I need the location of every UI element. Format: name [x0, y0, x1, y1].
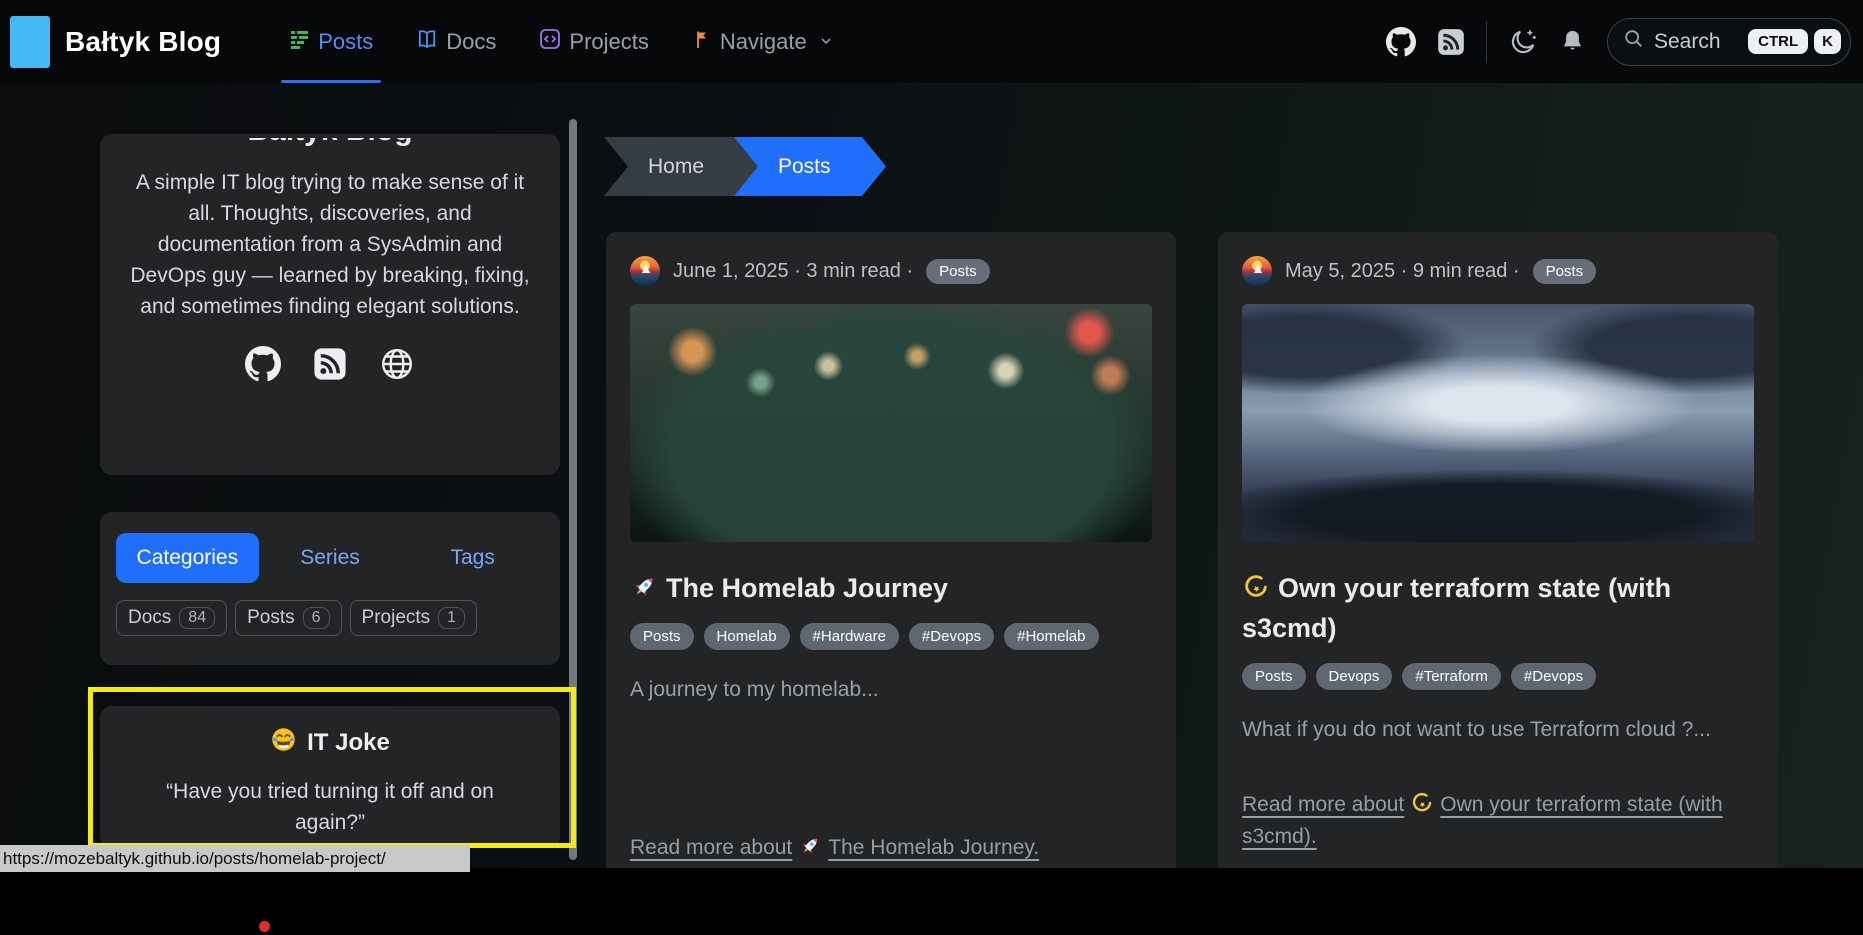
about-card: Bałtyk Blog A simple IT blog trying to m…	[100, 134, 560, 475]
post-category-badge[interactable]: Posts	[1533, 259, 1597, 284]
docs-book-icon	[415, 27, 439, 57]
tag-pill[interactable]: #Hardware	[800, 623, 899, 650]
joy-emoji-icon	[270, 726, 297, 760]
dizzy-emoji-icon	[1242, 573, 1270, 601]
tag-pill[interactable]: Homelab	[704, 623, 790, 650]
header-right-cluster: Search CTRL K	[1386, 0, 1851, 83]
tag-pill[interactable]: #Homelab	[1004, 623, 1098, 650]
header-divider	[1486, 21, 1487, 63]
post-title-text: Own your terraform state (with s3cmd)	[1242, 573, 1671, 643]
tab-tags[interactable]: Tags	[401, 546, 544, 570]
post-excerpt: A journey to my homelab...	[630, 673, 1152, 706]
chip-count: 1	[438, 607, 465, 629]
post-meta: June 1, 2025 · 3 min read ·	[673, 260, 913, 283]
tag-pill[interactable]: #Devops	[1511, 663, 1596, 690]
nav-item-label: Navigate	[720, 29, 807, 55]
post-header: June 1, 2025 · 3 min read · Posts	[630, 256, 1152, 286]
post-image-sky[interactable]	[1242, 304, 1754, 542]
kbd-k: K	[1814, 29, 1841, 54]
chip-label: Projects	[362, 607, 431, 629]
read-more-link[interactable]: Read more about Own your terraform state…	[1242, 789, 1754, 853]
avatar	[630, 256, 660, 286]
github-icon[interactable]	[245, 346, 281, 382]
read-more-prefix: Read more about	[1242, 793, 1404, 816]
bottom-black-strip	[0, 868, 1863, 935]
chip-label: Posts	[247, 607, 295, 629]
post-title-text: The Homelab Journey	[666, 573, 948, 603]
posts-list-icon	[289, 28, 311, 56]
rocket-emoji-icon	[798, 834, 822, 858]
search-placeholder: Search	[1654, 30, 1748, 54]
taxonomy-card: Categories Series Tags Docs 84 Posts 6 Proje…	[100, 512, 560, 665]
bell-icon[interactable]	[1559, 28, 1586, 55]
post-title[interactable]: The Homelab Journey	[630, 568, 1152, 608]
post-category-badge[interactable]: Posts	[926, 259, 990, 284]
rocket-emoji-icon	[630, 573, 658, 601]
globe-icon[interactable]	[379, 346, 415, 382]
moon-stars-icon[interactable]	[1508, 27, 1538, 57]
post-meta: May 5, 2025 · 9 min read ·	[1285, 260, 1520, 283]
search-input[interactable]: Search CTRL K	[1607, 18, 1851, 66]
chip-label: Docs	[128, 607, 171, 629]
post-title[interactable]: Own your terraform state (with s3cmd)	[1242, 568, 1754, 648]
post-card: May 5, 2025 · 9 min read · Posts Own you…	[1218, 232, 1778, 932]
tag-pill[interactable]: Posts	[1242, 663, 1306, 690]
nav-item-docs[interactable]: Docs	[415, 0, 496, 83]
joke-heading: IT Joke	[100, 726, 560, 760]
top-nav-bar: Bałtyk Blog Posts	[0, 0, 1863, 83]
chevron-down-icon	[818, 29, 834, 55]
it-joke-card: IT Joke “Have you tried turning it off a…	[100, 706, 560, 848]
about-title-clipped: Bałtyk Blog	[128, 138, 532, 155]
search-icon	[1623, 28, 1645, 55]
taxonomy-tabs: Categories Series Tags	[116, 533, 544, 583]
category-chip-posts[interactable]: Posts 6	[235, 600, 341, 636]
chip-count: 6	[303, 607, 330, 629]
sidebar-scrollbar[interactable]	[569, 119, 577, 860]
tab-series[interactable]: Series	[259, 546, 402, 570]
nav-item-label: Posts	[318, 29, 373, 55]
nav-item-posts[interactable]: Posts	[289, 0, 373, 83]
read-more-suffix: The Homelab Journey.	[828, 836, 1039, 859]
about-title: Bałtyk Blog	[128, 138, 532, 153]
post-card: June 1, 2025 · 3 min read · Posts The Ho…	[606, 232, 1176, 932]
nav-item-label: Projects	[569, 29, 648, 55]
rss-icon[interactable]	[1437, 28, 1465, 56]
red-dot-indicator	[259, 921, 270, 932]
about-social-links	[128, 346, 532, 382]
avatar	[1242, 256, 1272, 286]
site-title[interactable]: Bałtyk Blog	[65, 26, 221, 58]
chip-count: 84	[179, 607, 215, 629]
kbd-ctrl: CTRL	[1748, 29, 1808, 54]
nav-item-label: Docs	[446, 29, 496, 55]
main-nav: Posts Docs Projects	[289, 0, 833, 83]
status-bar-url: https://mozebaltyk.github.io/posts/homel…	[0, 845, 470, 872]
site-logo[interactable]	[10, 16, 50, 68]
about-description: A simple IT blog trying to make sense of…	[128, 167, 532, 322]
projects-code-icon	[538, 27, 562, 57]
post-tags: Posts Devops #Terraform #Devops	[1242, 663, 1754, 690]
post-excerpt: What if you do not want to use Terraform…	[1242, 713, 1754, 746]
tag-pill[interactable]: #Devops	[909, 623, 994, 650]
page: Bałtyk Blog Posts	[0, 0, 1863, 935]
category-chip-docs[interactable]: Docs 84	[116, 600, 227, 636]
tag-pill[interactable]: Posts	[630, 623, 694, 650]
tag-pill[interactable]: #Terraform	[1402, 663, 1501, 690]
read-more-prefix: Read more about	[630, 836, 792, 859]
tab-categories[interactable]: Categories	[116, 533, 259, 583]
read-more-link[interactable]: Read more about The Homelab Journey.	[630, 832, 1152, 864]
dizzy-emoji-icon	[1410, 791, 1434, 815]
joke-quote: “Have you tried turning it off and on ag…	[100, 776, 560, 838]
post-image-harbor[interactable]	[630, 304, 1152, 542]
post-header: May 5, 2025 · 9 min read · Posts	[1242, 256, 1754, 286]
category-chip-projects[interactable]: Projects 1	[350, 600, 478, 636]
joke-title: IT Joke	[307, 729, 390, 757]
nav-item-projects[interactable]: Projects	[538, 0, 648, 83]
category-chips: Docs 84 Posts 6 Projects 1	[116, 600, 544, 636]
navigate-flag-icon	[691, 28, 713, 56]
post-tags: Posts Homelab #Hardware #Devops #Homelab	[630, 623, 1152, 650]
github-icon[interactable]	[1386, 27, 1416, 57]
nav-item-navigate[interactable]: Navigate	[691, 0, 834, 83]
tag-pill[interactable]: Devops	[1316, 663, 1393, 690]
rss-icon[interactable]	[313, 347, 347, 381]
